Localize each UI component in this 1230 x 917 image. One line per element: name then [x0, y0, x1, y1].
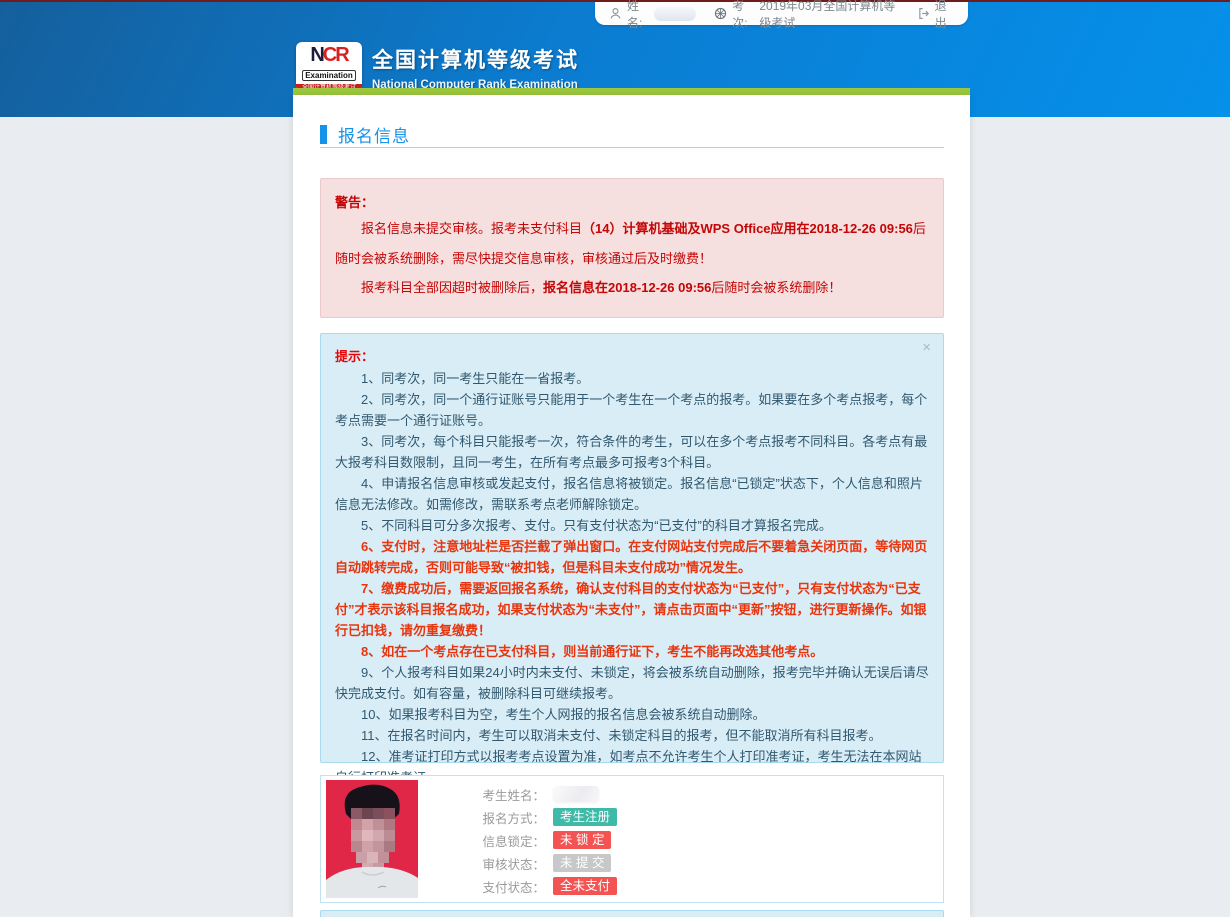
- warning-title: 警告：: [335, 192, 929, 214]
- close-icon[interactable]: ×: [922, 340, 931, 355]
- section-divider: [320, 147, 944, 148]
- tip-item-10: 10、如果报考科目为空，考生个人网报的报名信息会被系统自动删除。: [335, 704, 929, 725]
- section-title: 报名信息: [320, 122, 410, 147]
- candidate-photo: [326, 780, 418, 898]
- section-title-bar: [320, 125, 327, 144]
- candidate-row-5: 支付状态： 全未支付: [469, 877, 617, 895]
- tip-item-9: 9、个人报考科目如果24小时内未支付、未锁定，将会被系统自动删除，报考完毕并确认…: [335, 662, 929, 704]
- ncre-logo-acronym: NCR: [296, 45, 362, 65]
- warning-paragraph-1: 报名信息未提交审核。报考未支付科目（14）计算机基础及WPS Office应用在…: [335, 214, 929, 273]
- session-icon: [714, 7, 727, 20]
- warning-p2-bold: 报名信息在2018-12-26 09:56: [543, 280, 711, 295]
- tip-item-8: 8、如在一个考点存在已支付科目，则当前通行证下，考生不能再改选其他考点。: [335, 641, 929, 662]
- candidate-row-3: 信息锁定： 未 锁 定: [469, 831, 617, 849]
- user-icon: [609, 7, 622, 20]
- warning-box: 警告： 报名信息未提交审核。报考未支付科目（14）计算机基础及WPS Offic…: [320, 178, 944, 318]
- page-title: 报名信息: [338, 122, 410, 147]
- ncre-logo-examination: Examination: [302, 70, 356, 81]
- tip-item-5: 5、不同科目可分多次报考、支付。只有支付状态为“已支付”的科目才算报名完成。: [335, 515, 929, 536]
- warning-p1-pre: 报名信息未提交审核。报考未支付科目: [361, 221, 582, 236]
- tip-item-1: 1、同考次，同一考生只能在一省报考。: [335, 368, 929, 389]
- candidate-row-label: 报名方式：: [469, 808, 545, 827]
- candidate-row-1: 考生姓名：: [469, 785, 617, 803]
- brand: 全国计算机等级考试 National Computer Rank Examina…: [372, 44, 579, 91]
- warning-paragraph-2: 报考科目全部因超时被删除后，报名信息在2018-12-26 09:56后随时会被…: [335, 273, 929, 303]
- candidate-row-4: 审核状态： 未 提 交: [469, 854, 617, 872]
- name-label: 姓名:: [627, 0, 649, 31]
- warning-p1-bold: （14）计算机基础及WPS Office应用在2018-12-26 09:56: [582, 221, 913, 236]
- tips-list: 1、同考次，同一考生只能在一省报考。2、同考次，同一个通行证账号只能用于一个考生…: [335, 368, 929, 788]
- content-panel: 报名信息 警告： 报名信息未提交审核。报考未支付科目（14）计算机基础及WPS …: [293, 95, 970, 917]
- tip-item-6: 6、支付时，注意地址栏是否拦截了弹出窗口。在支付网站支付完成后不要着急关闭页面，…: [335, 536, 929, 578]
- candidate-row-label: 支付状态：: [469, 877, 545, 896]
- ncre-logo: NCR Examination 全国计算机等级考试: [296, 42, 362, 92]
- candidate-row-label: 信息锁定：: [469, 831, 545, 850]
- candidate-rows: 考生姓名： 报名方式： 考生注册信息锁定： 未 锁 定审核状态： 未 提 交支付状态： 全…: [469, 785, 617, 895]
- status-badge: 考生注册: [553, 808, 617, 826]
- candidate-row-label: 审核状态：: [469, 854, 545, 873]
- page: 姓名: 考次: 2019年03月全国计算机等级考试 退出 NCR Examina…: [0, 0, 1230, 917]
- session-value: 2019年03月全国计算机等级考试: [759, 0, 898, 31]
- name-value-redacted: [654, 7, 696, 21]
- session-label: 考次:: [732, 0, 754, 31]
- status-badge: 全未支付: [553, 877, 617, 895]
- tip-item-2: 2、同考次，同一个通行证账号只能用于一个考生在一个考点的报考。如果要在多个考点报…: [335, 389, 929, 431]
- warning-p2-post: 后随时会被系统删除！: [711, 280, 841, 295]
- warning-p2-pre: 报考科目全部因超时被删除后，: [361, 280, 543, 295]
- logout-button[interactable]: 退出: [935, 0, 954, 31]
- green-stripe: [293, 88, 970, 95]
- status-badge: 未 提 交: [553, 854, 611, 872]
- logout-icon[interactable]: [917, 7, 930, 20]
- topbar: 姓名: 考次: 2019年03月全国计算机等级考试 退出: [595, 2, 968, 25]
- tips-box: × 提示： 1、同考次，同一考生只能在一省报考。2、同考次，同一个通行证账号只能…: [320, 333, 944, 763]
- status-badge: 未 锁 定: [553, 831, 611, 849]
- tips-title: 提示：: [335, 346, 929, 368]
- tip-item-4: 4、申请报名信息审核或发起支付，报名信息将被锁定。报名信息“已锁定”状态下，个人…: [335, 473, 929, 515]
- tip-item-7: 7、缴费成功后，需要返回报名系统，确认支付科目的支付状态为“已支付”，只有支付状…: [335, 578, 929, 641]
- tip-item-3: 3、同考次，每个科目只能报考一次，符合条件的考生，可以在多个考点报考不同科目。各…: [335, 431, 929, 473]
- candidate-name-redacted: [553, 786, 599, 802]
- candidate-info-box: 考生姓名： 报名方式： 考生注册信息锁定： 未 锁 定审核状态： 未 提 交支付状态： 全…: [320, 775, 944, 903]
- tip-item-11: 11、在报名时间内，考生可以取消未支付、未锁定科目的报考，但不能取消所有科目报考…: [335, 725, 929, 746]
- site-title: 全国计算机等级考试: [372, 44, 579, 74]
- candidate-row-2: 报名方式： 考生注册: [469, 808, 617, 826]
- next-section-box: [320, 910, 944, 917]
- candidate-row-label: 考生姓名：: [469, 785, 545, 804]
